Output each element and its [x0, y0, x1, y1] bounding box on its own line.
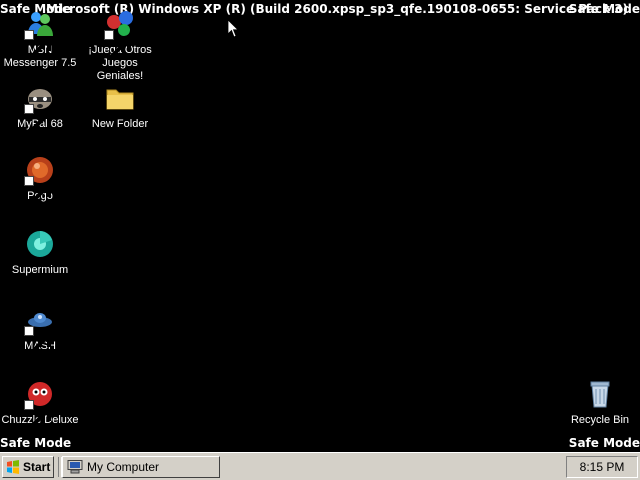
supermium-icon — [24, 228, 56, 260]
windows-flag-icon — [7, 460, 19, 474]
recycle-bin-icon — [584, 378, 616, 410]
desktop-icon-new-folder[interactable]: New Folder — [80, 82, 160, 131]
safe-mode-label-bottom-left: Safe Mode — [0, 436, 72, 450]
shortcut-arrow-icon — [104, 30, 131, 61]
desktop-icon-label: Recycle Bin — [570, 414, 630, 426]
pego-icon — [24, 154, 56, 207]
shortcut-arrow-icon — [24, 30, 51, 61]
safe-mode-label-top-right: Safe Mode — [568, 2, 640, 16]
start-label: Start — [23, 460, 51, 474]
taskbar-button-label: My Computer — [87, 460, 160, 474]
taskbar-button-my-computer[interactable]: My Computer — [62, 456, 220, 478]
mypal-raccoon-icon — [24, 82, 56, 135]
desktop-icon-mypal[interactable]: MyPal 68 — [0, 82, 80, 135]
desktop-icon-supermium[interactable]: Supermium — [0, 228, 80, 277]
chuzzle-icon — [24, 378, 56, 431]
desktop-icon-mash[interactable]: MASH — [0, 304, 80, 357]
mash-icon — [24, 304, 56, 357]
desktop-icon-label: Supermium — [11, 264, 69, 276]
shortcut-arrow-icon — [24, 400, 51, 431]
mouse-pointer-icon — [228, 20, 239, 38]
start-button[interactable]: Start — [2, 456, 54, 478]
taskbar: Start My Computer 8:15 PM — [0, 452, 640, 480]
shortcut-arrow-icon — [24, 176, 51, 207]
desktop-icon-msn-messenger[interactable]: MSN Messenger 7.5 — [0, 8, 80, 70]
desktop-icon-juega-otros-juegos[interactable]: ¡Juega Otros Juegos Geniales! — [80, 8, 160, 83]
desktop-icon-chuzzle-deluxe[interactable]: Chuzzle Deluxe — [0, 378, 80, 431]
games-icon — [104, 8, 136, 61]
desktop-icon-recycle-bin[interactable]: Recycle Bin — [560, 378, 640, 427]
safe-mode-label-bottom-right: Safe Mode — [568, 436, 640, 450]
clock[interactable]: 8:15 PM — [580, 460, 625, 474]
system-tray: 8:15 PM — [566, 456, 638, 478]
shortcut-arrow-icon — [24, 326, 51, 357]
folder-icon — [104, 82, 136, 114]
msn-messenger-icon — [24, 8, 56, 61]
my-computer-icon — [67, 460, 83, 474]
desktop-icon-pego[interactable]: Pego — [0, 154, 80, 207]
shortcut-arrow-icon — [24, 104, 51, 135]
desktop-icon-label: New Folder — [91, 118, 149, 130]
